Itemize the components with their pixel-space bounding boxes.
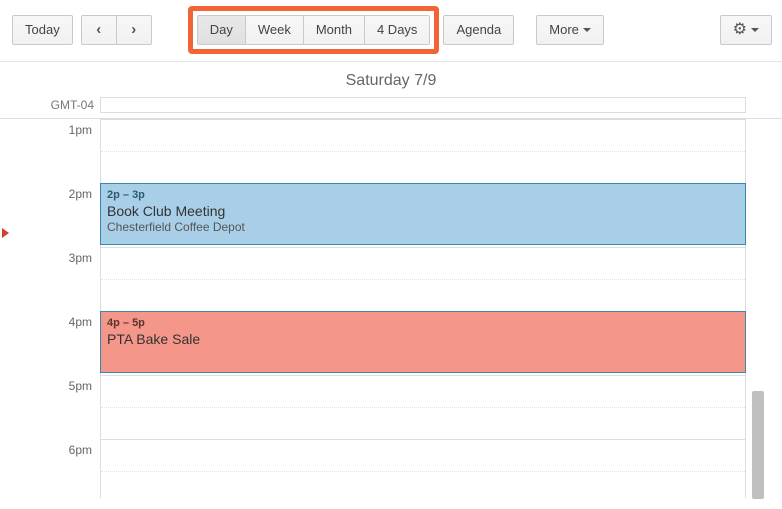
- caret-down-icon: [583, 28, 591, 32]
- event-title: PTA Bake Sale: [107, 331, 739, 347]
- toolbar: Today ‹ › Day Week Month 4 Days Agenda M…: [0, 0, 782, 62]
- next-button[interactable]: ›: [116, 15, 152, 45]
- calendar-event[interactable]: 2p – 3p Book Club Meeting Chesterfield C…: [100, 183, 746, 245]
- today-button[interactable]: Today: [12, 15, 73, 45]
- tab-day[interactable]: Day: [197, 15, 246, 45]
- event-time: 4p – 5p: [107, 315, 739, 331]
- gear-icon: ⚙: [733, 22, 747, 38]
- allday-cell[interactable]: [100, 97, 746, 113]
- allday-row: GMT-04: [0, 94, 782, 116]
- view-switcher-highlight: Day Week Month 4 Days: [188, 6, 440, 54]
- prev-button[interactable]: ‹: [81, 15, 117, 45]
- date-nav-group: ‹ ›: [81, 15, 152, 45]
- tab-month[interactable]: Month: [303, 15, 365, 45]
- settings-menu-button[interactable]: ⚙: [720, 15, 772, 45]
- time-gutter: 1pm 2pm 3pm 4pm 5pm 6pm: [0, 119, 100, 498]
- event-location: Chesterfield Coffee Depot: [107, 219, 739, 235]
- hour-label: 4pm: [0, 315, 92, 329]
- chevron-left-icon: ‹: [96, 21, 101, 38]
- more-menu-button[interactable]: More: [536, 15, 604, 45]
- calendar-event[interactable]: 4p – 5p PTA Bake Sale: [100, 311, 746, 373]
- event-time: 2p – 3p: [107, 187, 739, 203]
- tab-week[interactable]: Week: [245, 15, 304, 45]
- hour-label: 3pm: [0, 251, 92, 265]
- event-title: Book Club Meeting: [107, 203, 739, 219]
- day-column[interactable]: [100, 119, 746, 498]
- chevron-right-icon: ›: [131, 21, 136, 38]
- hour-label: 2pm: [0, 187, 92, 201]
- scrollbar-thumb[interactable]: [752, 391, 764, 499]
- caret-down-icon: [751, 28, 759, 32]
- hour-label: 6pm: [0, 443, 92, 457]
- view-switcher: Day Week Month 4 Days: [197, 15, 431, 45]
- current-time-indicator: [2, 228, 9, 238]
- tab-agenda[interactable]: Agenda: [443, 15, 514, 45]
- hour-label: 1pm: [0, 123, 92, 137]
- more-label: More: [549, 22, 579, 37]
- date-header: Saturday 7/9: [0, 62, 782, 94]
- hour-label: 5pm: [0, 379, 92, 393]
- timezone-label: GMT-04: [0, 98, 100, 112]
- day-grid: 1pm 2pm 3pm 4pm 5pm 6pm 2p – 3p B: [0, 118, 782, 498]
- tab-4days[interactable]: 4 Days: [364, 15, 430, 45]
